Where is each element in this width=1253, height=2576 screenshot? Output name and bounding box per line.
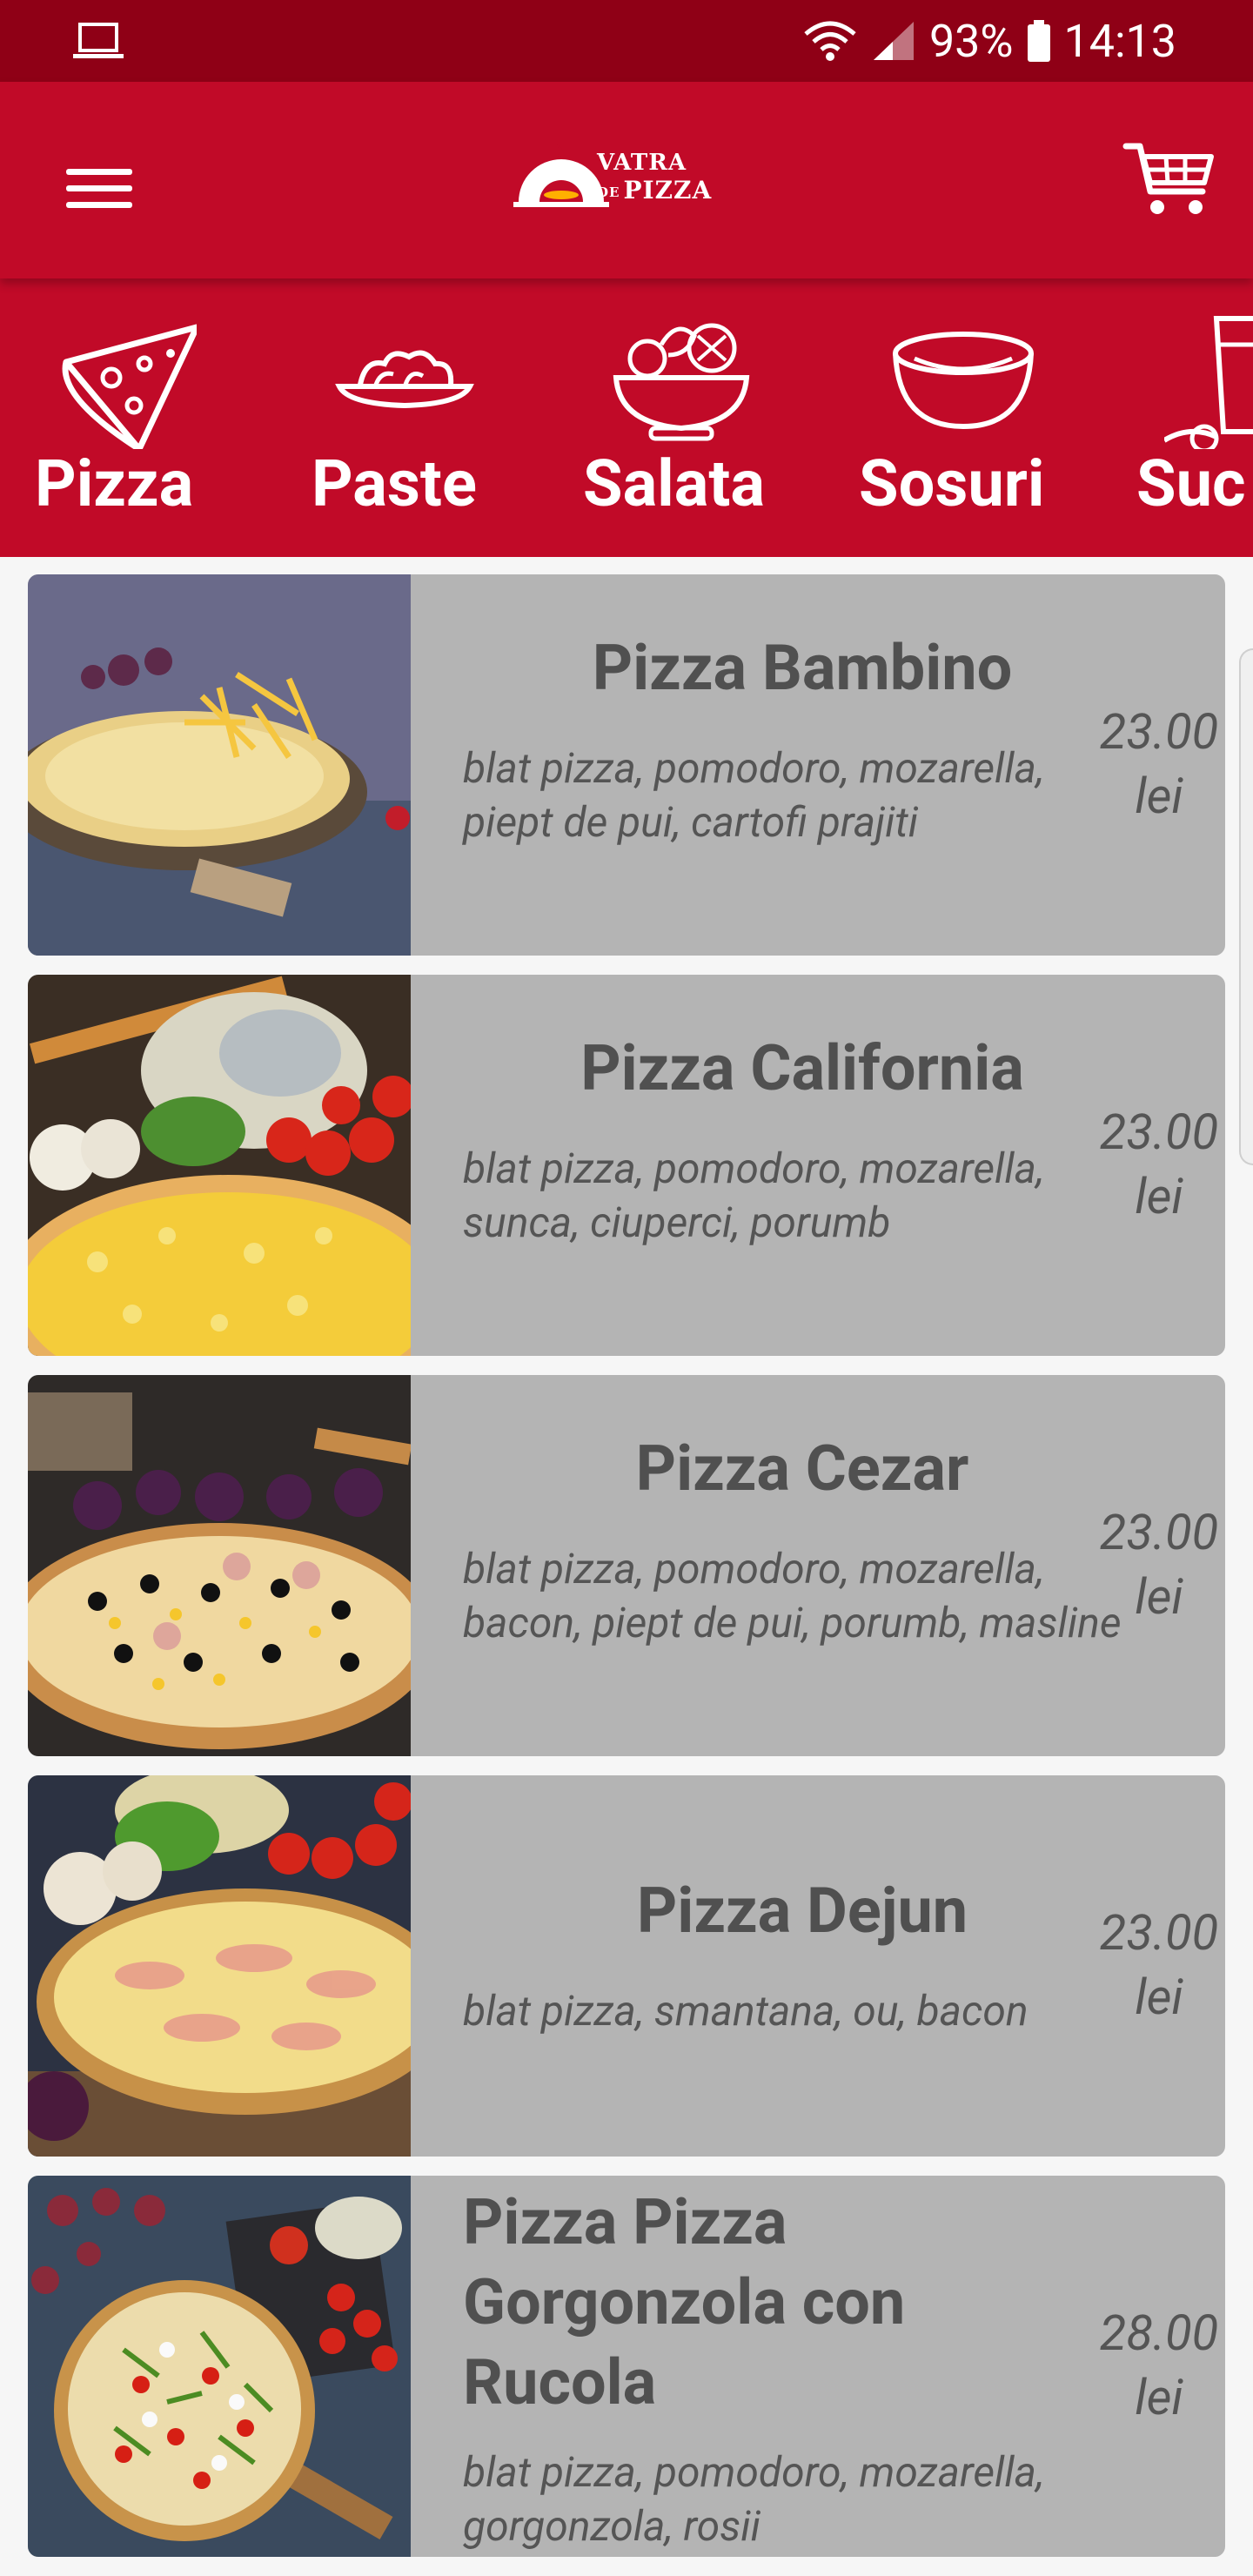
product-name: Pizza Cezar [635,1432,969,1506]
pasta-plate-icon [335,350,474,409]
app-bar: VATRA DE PIZZA [0,82,1253,278]
product-card[interactable]: Pizza Bambino blat pizza, pomodoro, moza… [28,574,1225,956]
product-photo [28,1375,411,1756]
price-value: 23.00 [1099,1104,1219,1161]
product-photo [28,1775,411,2157]
battery-percent: 93% [928,14,1014,68]
wifi-icon [804,21,856,61]
product-name: Pizza Bambino [592,631,1013,705]
cart-icon [1122,143,1214,214]
price-value: 23.00 [1099,1504,1219,1561]
pizza-slice-icon [62,324,197,449]
hamburger-line [66,169,132,175]
product-price: 23.00 lei [1072,1901,1225,2029]
product-name: Pizza Pizza Gorgonzola con Rucola [463,2185,906,2419]
edge-panel-handle[interactable] [1239,648,1253,1165]
logo-text-vatra: VATRA [597,150,687,176]
sauce-bowl-icon [893,332,1034,430]
product-card[interactable]: Pizza Pizza Gorgonzola con Rucola blat p… [28,2176,1225,2557]
clock: 14:13 [1063,14,1177,68]
product-price: 23.00 lei [1072,1500,1225,1629]
price-value: 28.00 [1099,2304,1219,2362]
product-description: blat pizza, pomodoro, mozarella, sunca, … [463,1144,1045,1247]
oven-icon [513,144,609,207]
status-bar: 93% 14:13 [0,0,1253,82]
salad-bowl-icon [613,323,750,441]
logo-text-pizza: DE PIZZA [597,176,712,205]
product-name: Pizza California [580,1031,1024,1105]
product-description: blat pizza, smantana, ou, bacon [463,1986,1029,2036]
category-salata[interactable]: Salata [581,278,807,557]
category-suc[interactable]: Suc [1136,278,1253,557]
category-bar: Pizza Paste Salata Sosuri Suc [0,278,1253,557]
product-photo [28,975,411,1356]
logo-text-pizza-word: PIZZA [623,176,713,205]
price-value: 23.00 [1099,703,1219,761]
status-right: 93% 14:13 [802,0,1176,82]
product-price: 23.00 lei [1072,700,1225,828]
juice-glass-icon [1164,316,1253,449]
category-paste[interactable]: Paste [309,278,518,557]
laptop-icon [73,23,124,58]
price-unit: lei [1135,768,1183,825]
category-sosuri[interactable]: Sosuri [857,278,1083,557]
category-label: Sosuri [859,446,1045,522]
menu-button[interactable] [49,144,144,231]
category-pizza[interactable]: Pizza [35,278,235,557]
signal-icon [873,22,914,60]
product-card[interactable]: Pizza California blat pizza, pomodoro, m… [28,975,1225,1356]
price-value: 23.00 [1099,1904,1219,1962]
price-unit: lei [1135,1969,1183,2026]
product-card[interactable]: Pizza Cezar blat pizza, pomodoro, mozare… [28,1375,1225,1756]
product-price: 23.00 lei [1072,1100,1225,1229]
product-card[interactable]: Pizza Dejun blat pizza, smantana, ou, ba… [28,1775,1225,2157]
product-photo [28,574,411,956]
product-description: blat pizza, pomodoro, mozarella, piept d… [463,743,1045,847]
product-description: blat pizza, pomodoro, mozarella, gorgonz… [463,2447,1045,2551]
hamburger-line [66,202,132,208]
price-unit: lei [1135,1168,1183,1225]
product-list[interactable]: Pizza Bambino blat pizza, pomodoro, moza… [0,557,1253,2576]
brand-logo: VATRA DE PIZZA [513,134,740,230]
price-unit: lei [1135,1568,1183,1626]
cart-button[interactable] [1122,138,1218,225]
battery-icon [1027,20,1050,62]
category-label: Salata [583,446,765,522]
price-unit: lei [1135,2369,1183,2426]
category-label: Paste [312,446,477,522]
category-label: Pizza [35,446,194,522]
product-description: blat pizza, pomodoro, mozarella, bacon, … [463,1544,1122,1647]
category-label: Suc [1136,446,1246,522]
logo-text-de: DE [597,184,620,200]
product-price: 28.00 lei [1072,2301,1225,2430]
product-photo [28,2176,411,2557]
hamburger-line [66,185,132,191]
